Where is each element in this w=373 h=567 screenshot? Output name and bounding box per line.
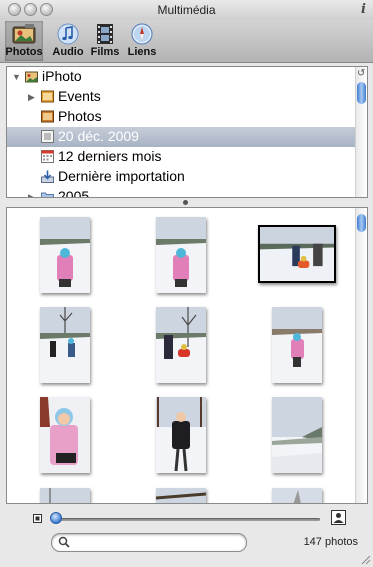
tab-audio[interactable]: Audio [49, 21, 87, 61]
splitter-handle-icon[interactable] [183, 200, 188, 205]
refresh-icon[interactable]: ↺ [357, 68, 365, 79]
disclosure-closed-icon[interactable]: ▶ [28, 192, 35, 197]
source-item-2005[interactable]: ▶ 2005 [7, 187, 357, 198]
window-title: Multimédia [157, 3, 216, 17]
source-label: Photos [58, 108, 102, 124]
photo-thumbnail[interactable] [40, 397, 90, 473]
source-item-last-import[interactable]: Dernière importation [7, 167, 357, 187]
source-label: Dernière importation [58, 168, 185, 184]
photo-thumbnail[interactable] [156, 217, 206, 293]
zoom-slider-track[interactable] [52, 518, 320, 521]
photo-thumbnail[interactable] [156, 397, 206, 473]
photo-thumbnail[interactable] [272, 488, 322, 503]
search-input[interactable] [74, 535, 243, 551]
tab-label: Photos [5, 46, 43, 58]
photo-thumbnail[interactable] [272, 397, 322, 473]
music-note-icon [57, 23, 79, 45]
tab-liens[interactable]: Liens [123, 21, 161, 61]
photo-thumbnail[interactable] [156, 307, 206, 383]
source-item-iphoto[interactable]: ▼ iPhoto [7, 67, 357, 87]
source-scroll-thumb[interactable] [357, 82, 366, 104]
source-item-events[interactable]: ▶ Events [7, 87, 357, 107]
photo-scroll-thumb[interactable] [357, 214, 366, 232]
small-photo-icon[interactable] [33, 514, 42, 523]
source-item-event-date[interactable]: 20 déc. 2009 [7, 127, 357, 147]
pane-splitter[interactable] [0, 199, 373, 207]
disclosure-open-icon[interactable]: ▼ [12, 72, 21, 82]
photo-thumbnail[interactable] [258, 225, 336, 283]
large-photo-icon[interactable] [331, 510, 346, 525]
tab-label: Audio [52, 46, 84, 58]
source-scrollbar[interactable]: ↺ [355, 67, 367, 197]
photo-thumbnail[interactable] [40, 488, 90, 503]
title-bar: Multimédia i [0, 0, 373, 21]
photo-scrollbar[interactable] [355, 208, 367, 503]
source-label: 12 derniers mois [58, 148, 162, 164]
zoom-control [0, 508, 373, 530]
info-icon[interactable]: i [361, 2, 366, 17]
calendar-icon [41, 150, 54, 163]
source-label: Events [58, 88, 101, 104]
source-label: 20 déc. 2009 [58, 128, 139, 144]
event-icon [41, 130, 54, 143]
tab-photos[interactable]: Photos [5, 21, 43, 61]
photo-count: 147 photos [303, 536, 358, 548]
photo-thumbnail[interactable] [40, 217, 90, 293]
source-label: iPhoto [42, 68, 82, 84]
folder-icon [41, 192, 54, 197]
import-icon [41, 170, 54, 183]
photo-browser [6, 207, 368, 504]
film-icon [97, 24, 113, 44]
photo-thumbnail[interactable] [40, 307, 90, 383]
photos-icon [41, 110, 54, 123]
search-field[interactable] [51, 533, 247, 552]
iphoto-icon [12, 24, 36, 44]
compass-icon [131, 23, 153, 45]
tab-films[interactable]: Films [86, 21, 124, 61]
photo-thumbnail[interactable] [156, 488, 206, 503]
source-list: ▼ iPhoto ▶ Events Photos 20 déc. 2009 12… [6, 66, 368, 198]
source-label: 2005 [58, 188, 90, 198]
tab-label: Liens [127, 46, 157, 58]
tab-label: Films [90, 46, 120, 58]
toolbar: Photos Audio Films Liens [0, 20, 373, 63]
zoom-slider-knob[interactable] [50, 512, 62, 524]
iphoto-icon [25, 71, 38, 83]
resize-grip-icon[interactable] [360, 554, 371, 565]
events-icon [41, 90, 54, 103]
disclosure-closed-icon[interactable]: ▶ [28, 92, 35, 103]
photo-thumbnail[interactable] [272, 307, 322, 383]
search-icon [58, 536, 70, 548]
source-item-last-12-months[interactable]: 12 derniers mois [7, 147, 357, 167]
source-item-photos[interactable]: Photos [7, 107, 357, 127]
